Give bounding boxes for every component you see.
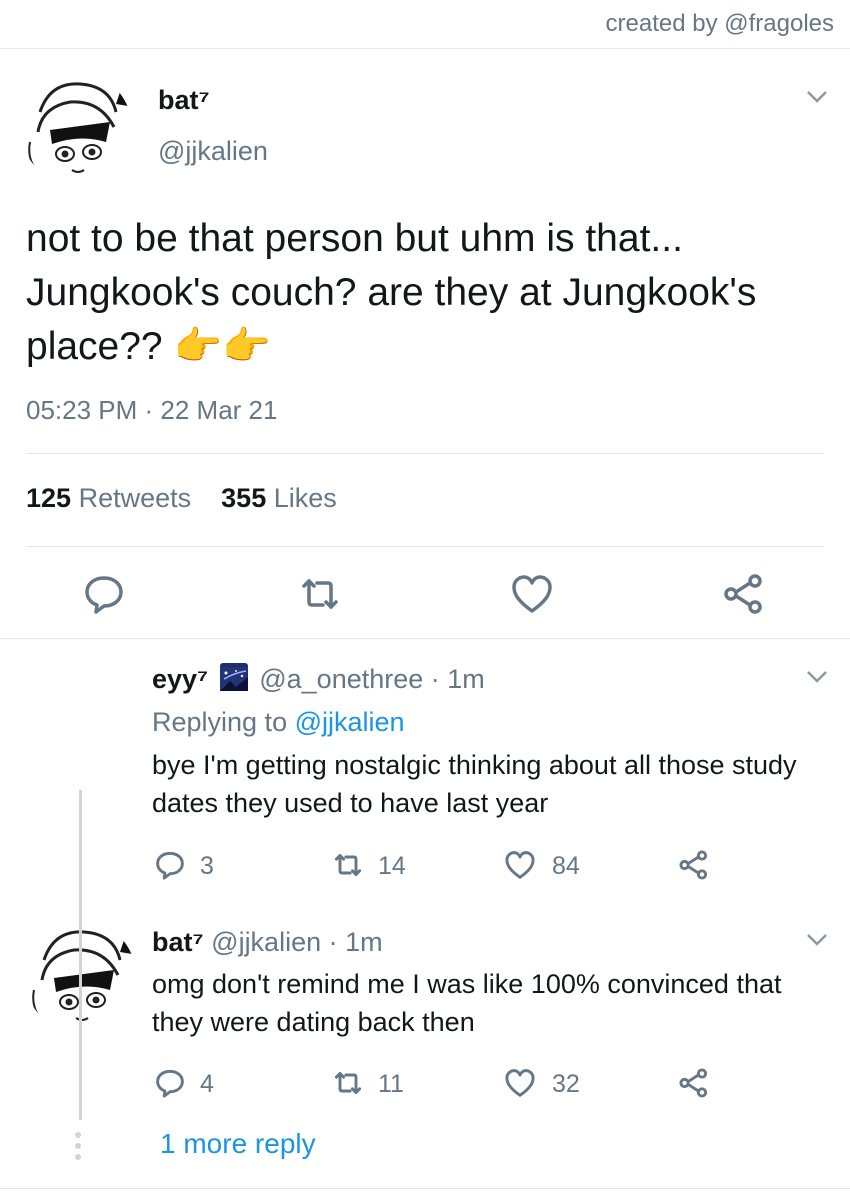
bottom-divider — [0, 1188, 850, 1189]
share-icon[interactable] — [722, 572, 766, 616]
main-avatar[interactable] — [20, 72, 132, 184]
chevron-down-icon[interactable] — [806, 670, 828, 689]
reply-1-text: bye I'm getting nostalgic thinking about… — [152, 750, 797, 818]
reply-icon[interactable] — [154, 849, 186, 881]
reply-2-text: omg don't remind me I was like 100% conv… — [152, 969, 782, 1037]
likes-label[interactable]: Likes — [274, 483, 337, 513]
main-author-name[interactable]: bat⁷ — [158, 85, 210, 116]
chevron-down-icon[interactable] — [806, 933, 828, 952]
top-divider — [0, 48, 850, 49]
chevron-down-icon[interactable] — [806, 90, 828, 109]
reply-1-replies-count: 3 — [200, 852, 214, 880]
replying-to-label: Replying to — [152, 707, 295, 737]
reply-2-author-name[interactable]: bat⁷ — [152, 927, 204, 957]
more-replies-link[interactable]: 1 more reply — [160, 1128, 316, 1160]
thread-dots — [75, 1132, 81, 1165]
retweets-count[interactable]: 125 — [26, 483, 71, 513]
stats-top-divider — [26, 453, 824, 454]
tweet-stats: 125 Retweets 355 Likes — [26, 483, 337, 514]
reply-2-likes-count: 32 — [552, 1070, 580, 1098]
reply-2-replies-count: 4 — [200, 1070, 214, 1098]
thread-connector-line — [79, 790, 82, 1120]
reply-icon[interactable] — [82, 572, 126, 616]
credit-label: created by @fragoles — [605, 10, 834, 37]
retweet-icon[interactable] — [298, 572, 342, 616]
reply-icon[interactable] — [154, 1067, 186, 1099]
main-bottom-divider — [0, 638, 850, 639]
reply-2-header: bat⁷ @jjkalien · 1m — [152, 923, 383, 961]
retweets-label[interactable]: Retweets — [79, 483, 192, 513]
galaxy-emoji-icon — [219, 663, 248, 691]
like-heart-icon[interactable] — [510, 572, 554, 616]
replying-to-handle-link[interactable]: @jjkalien — [295, 707, 405, 737]
stats-bottom-divider — [26, 546, 824, 547]
retweet-icon[interactable] — [332, 849, 364, 881]
likes-count[interactable]: 355 — [221, 483, 266, 513]
main-tweet-timestamp[interactable]: 05:23 PM · 22 Mar 21 — [26, 395, 277, 426]
reply-1-header: eyy⁷ @a_onethree · 1m — [152, 660, 802, 698]
retweet-icon[interactable] — [332, 1067, 364, 1099]
reply-1-retweets-count: 14 — [378, 852, 406, 880]
like-heart-icon[interactable] — [504, 849, 536, 881]
main-tweet-text: not to be that person but uhm is that...… — [26, 217, 757, 368]
reply-2-handle-time[interactable]: @jjkalien · 1m — [211, 927, 382, 957]
like-heart-icon[interactable] — [504, 1067, 536, 1099]
share-icon[interactable] — [678, 1067, 710, 1099]
share-icon[interactable] — [678, 849, 710, 881]
reply-1-likes-count: 84 — [552, 852, 580, 880]
main-author-handle[interactable]: @jjkalien — [158, 136, 268, 167]
reply-1-author-name[interactable]: eyy⁷ — [152, 664, 208, 694]
reply-1-handle-time[interactable]: @a_onethree · 1m — [259, 664, 485, 694]
replying-to: Replying to @jjkalien — [152, 703, 405, 741]
reply-2-retweets-count: 11 — [378, 1070, 404, 1098]
manga-avatar-illustration — [20, 72, 132, 184]
